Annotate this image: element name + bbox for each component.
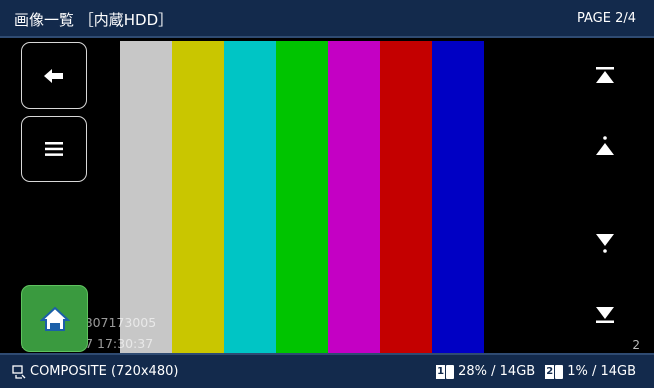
back-button[interactable] bbox=[21, 42, 87, 109]
page-indicator: PAGE 2/4 bbox=[576, 11, 636, 26]
jump-top-button[interactable] bbox=[590, 62, 620, 92]
page-title: 画像一覧 ［内蔵HDD］ bbox=[14, 11, 174, 29]
color-bar bbox=[172, 41, 224, 353]
input-source-label: COMPOSITE (720x480) bbox=[30, 364, 179, 379]
status-bar: COMPOSITE (720x480) 1 28% / 14GB 2 1% / … bbox=[0, 353, 654, 388]
next-button[interactable] bbox=[590, 230, 620, 260]
color-bar bbox=[432, 41, 484, 353]
color-bar-image bbox=[120, 41, 484, 353]
slot1-usage: 28% / 14GB bbox=[458, 364, 536, 379]
next-icon bbox=[595, 232, 615, 258]
color-bar bbox=[276, 41, 328, 353]
home-button[interactable] bbox=[21, 285, 88, 352]
arrow-left-icon bbox=[44, 68, 64, 84]
prev-icon bbox=[595, 135, 615, 161]
storage-usage: 1 28% / 14GB 2 1% / 14GB bbox=[436, 364, 636, 379]
sd-card-icon: 1 bbox=[436, 364, 455, 379]
image-viewer bbox=[0, 38, 654, 353]
slot2-usage: 1% / 14GB bbox=[567, 364, 636, 379]
color-bar bbox=[328, 41, 380, 353]
color-bar bbox=[224, 41, 276, 353]
sd-card-icon: 2 bbox=[545, 364, 564, 379]
jump-bottom-button[interactable] bbox=[590, 302, 620, 332]
title-bar: 画像一覧 ［内蔵HDD］ PAGE 2/4 bbox=[0, 0, 654, 38]
color-bar bbox=[380, 41, 432, 353]
menu-icon bbox=[45, 142, 63, 156]
jump-top-icon bbox=[595, 65, 615, 89]
menu-button[interactable] bbox=[21, 116, 87, 182]
jump-bottom-icon bbox=[595, 305, 615, 329]
input-source: COMPOSITE (720x480) bbox=[12, 364, 178, 379]
video-input-icon bbox=[12, 364, 26, 379]
color-bar bbox=[120, 41, 172, 353]
home-icon bbox=[39, 306, 70, 332]
image-index: 2 bbox=[632, 338, 640, 352]
previous-button[interactable] bbox=[590, 133, 620, 163]
